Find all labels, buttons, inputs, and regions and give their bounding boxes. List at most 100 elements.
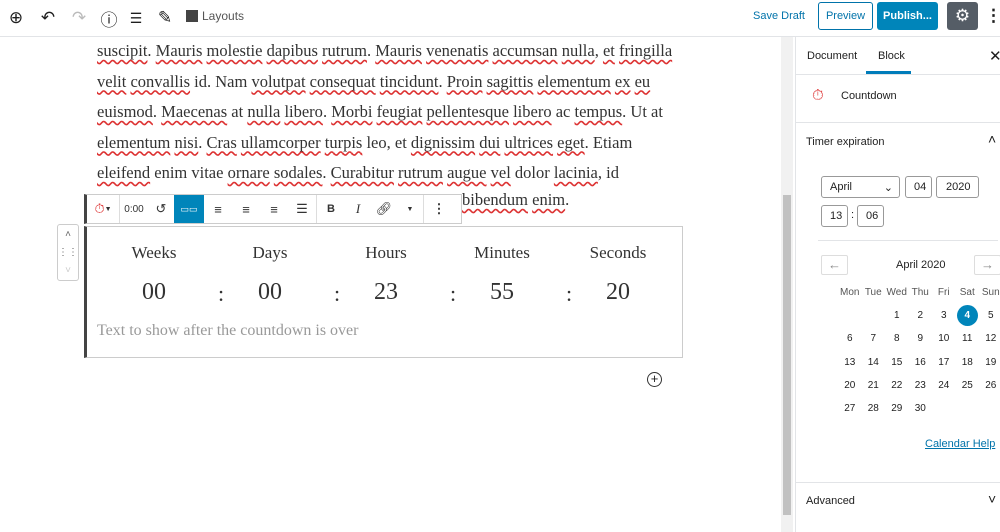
align-right-icon[interactable]: ≡ — [260, 195, 288, 223]
move-down-icon[interactable]: ˅ — [65, 265, 71, 276]
bold-button[interactable]: B — [317, 195, 345, 223]
text-segment: tincidunt — [379, 71, 439, 91]
more-options-icon[interactable]: ⋮ — [424, 195, 454, 223]
close-icon[interactable]: ✕ — [989, 47, 1000, 65]
calendar-day[interactable]: 12 — [985, 333, 996, 344]
settings-sidebar: Document Block ✕ ⏱ Countdown Timer expir… — [795, 37, 1000, 532]
calendar-day[interactable]: 15 — [891, 357, 902, 368]
move-up-icon[interactable]: ˄ — [65, 229, 71, 240]
calendar-day[interactable]: 21 — [868, 380, 879, 391]
text-segment: accumsan — [492, 41, 558, 60]
display-style-button[interactable]: ▭▭ — [174, 195, 204, 223]
preview-button[interactable]: Preview — [818, 2, 873, 30]
chevron-up-icon[interactable]: ˄ — [988, 131, 996, 147]
weekday-header: Thu — [911, 287, 929, 299]
calendar-day[interactable]: 25 — [962, 380, 973, 391]
text-segment: nulla — [561, 41, 595, 60]
paragraph-block[interactable]: suscipit. Mauris molestie dapibus rutrum… — [97, 36, 697, 189]
save-draft-button[interactable]: Save Draft — [753, 10, 805, 22]
calendar-day[interactable]: 10 — [938, 333, 949, 344]
calendar-day[interactable]: 30 — [915, 403, 926, 414]
publish-button[interactable]: Publish... — [877, 2, 938, 30]
text-segment: dignissim — [410, 132, 476, 152]
calendar-day[interactable]: 14 — [868, 357, 879, 368]
text-segment: dolor — [510, 163, 554, 182]
weekday-header: Wed — [886, 287, 907, 299]
calendar-day[interactable]: 3 — [941, 310, 947, 321]
calendar-day[interactable]: 11 — [962, 333, 972, 344]
add-block-icon[interactable]: + — [647, 372, 662, 387]
text-segment: venenatis — [426, 41, 489, 60]
calendar-day[interactable]: 1 — [894, 310, 900, 321]
text-segment: velit — [97, 71, 127, 91]
list-view-icon[interactable]: ☰ — [126, 8, 146, 28]
after-countdown-text[interactable]: Text to show after the countdown is over — [97, 322, 358, 340]
text-segment: euismod — [97, 102, 153, 121]
calendar-day[interactable]: 23 — [915, 380, 926, 391]
calendar-day[interactable]: 16 — [915, 357, 926, 368]
add-block-icon[interactable]: ⊕ — [6, 8, 26, 28]
calendar-day[interactable]: 20 — [844, 380, 855, 391]
calendar-day[interactable]: 2 — [917, 310, 923, 321]
tab-document[interactable]: Document — [807, 50, 857, 62]
chevron-down-icon[interactable]: ˅ — [988, 491, 996, 507]
panel-title[interactable]: Timer expiration — [806, 136, 884, 148]
text-segment: libero — [513, 102, 552, 121]
redo-icon[interactable]: ↷ — [69, 8, 89, 28]
calendar-day[interactable]: 6 — [847, 333, 853, 344]
italic-button[interactable]: I — [345, 195, 371, 223]
calendar-day[interactable]: 5 — [988, 310, 994, 321]
month-select[interactable]: April ⌄ — [821, 176, 900, 198]
scrollbar-thumb[interactable] — [783, 195, 791, 515]
text-segment: id. Nam — [190, 71, 252, 91]
counter-icon[interactable]: ↺ — [148, 195, 174, 223]
minute-input[interactable]: 06 — [857, 205, 884, 227]
calendar-day[interactable]: 9 — [917, 333, 923, 344]
countdown-block[interactable]: Text to show after the countdown is over… — [84, 226, 683, 358]
calendar-day[interactable]: 24 — [938, 380, 949, 391]
weekday-header: Sun — [981, 287, 1000, 299]
calendar-day[interactable]: 7 — [870, 333, 876, 344]
calendar-day[interactable]: 26 — [985, 380, 996, 391]
editor-scrollbar[interactable] — [781, 37, 793, 532]
block-toolbar: ⏱ ▼ 0:00 ↺ ▭▭ ≡ ≡ ≡ ☰ B I 🔗︎ ▼ ⋮ — [84, 194, 462, 224]
prev-month-button[interactable]: ← — [821, 255, 848, 275]
panel-title[interactable]: Advanced — [806, 495, 855, 507]
align-center-icon[interactable]: ≡ — [232, 195, 260, 223]
calendar-day[interactable]: 27 — [844, 403, 855, 414]
calendar-help-link[interactable]: Calendar Help — [925, 438, 995, 450]
calendar-day[interactable]: 13 — [844, 357, 855, 368]
settings-button[interactable]: ⚙ — [947, 2, 978, 30]
text-segment: sodales — [273, 163, 323, 182]
text-segment: tempus — [574, 102, 623, 121]
justify-icon[interactable]: ☰ — [288, 195, 316, 223]
align-left-icon[interactable]: ≡ — [204, 195, 232, 223]
calendar-day[interactable]: 18 — [962, 357, 973, 368]
calendar-day[interactable]: 17 — [938, 357, 949, 368]
tab-block[interactable]: Block — [878, 50, 905, 62]
text-line: euismod. Maecenas at nulla libero. Morbi… — [97, 97, 697, 128]
countdown-block-switcher[interactable]: ⏱ ▼ — [87, 195, 119, 223]
calendar-day[interactable]: 19 — [985, 357, 996, 368]
layouts-button[interactable]: Layouts — [186, 9, 244, 23]
next-month-button[interactable]: → — [974, 255, 1000, 275]
text-segment: augue — [447, 163, 487, 182]
calendar-day[interactable]: 28 — [868, 403, 879, 414]
year-input[interactable]: 2020 — [936, 176, 979, 198]
time-format-button[interactable]: 0:00 — [120, 195, 148, 223]
calendar-day[interactable]: 8 — [894, 333, 900, 344]
undo-icon[interactable]: ↶ — [38, 8, 58, 28]
more-menu-button[interactable]: ⋮ — [985, 6, 1000, 26]
text-segment: . — [565, 190, 570, 209]
hour-input[interactable]: 13 — [821, 205, 848, 227]
more-rich-text-icon[interactable]: ▼ — [397, 195, 423, 223]
info-icon[interactable]: ⓘ — [99, 8, 119, 30]
calendar-day[interactable]: 22 — [891, 380, 902, 391]
pencil-icon[interactable]: ✎ — [155, 8, 175, 28]
text-segment: molestie — [206, 41, 263, 60]
link-icon[interactable]: 🔗︎ — [371, 195, 397, 223]
drag-handle-icon[interactable]: ⋮⋮ — [58, 247, 78, 258]
day-input[interactable]: 04 — [905, 176, 932, 198]
calendar-day[interactable]: 29 — [891, 403, 902, 414]
calendar-day[interactable]: 4 — [956, 305, 978, 327]
